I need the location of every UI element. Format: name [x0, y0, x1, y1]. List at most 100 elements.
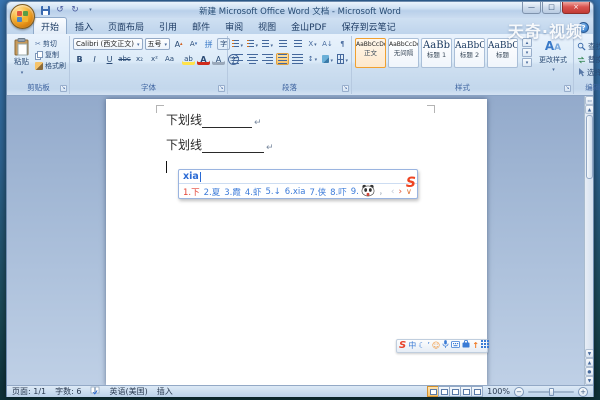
align-left-button[interactable]	[231, 53, 244, 65]
ime-page-next-icon[interactable]: ›	[398, 187, 402, 197]
character-shading-button[interactable]: A	[212, 53, 225, 65]
phonetic-guide-button[interactable]: 拼	[202, 38, 215, 50]
sogou-bar-logo-icon[interactable]: S	[399, 340, 406, 352]
ime-page-prev-icon[interactable]: ‹	[391, 187, 395, 197]
ime-candidate-9[interactable]: 9.	[351, 187, 359, 197]
font-color-button[interactable]: A	[197, 53, 210, 65]
zoom-level[interactable]: 100%	[487, 387, 510, 396]
subscript-button[interactable]: x₂	[133, 53, 146, 65]
panda-emoji-icon[interactable]	[361, 184, 375, 200]
zoom-slider[interactable]	[528, 391, 574, 393]
tab-insert[interactable]: 插入	[68, 18, 100, 34]
next-page-button[interactable]: ▼	[585, 376, 593, 385]
ruler-toggle-button[interactable]: ▭	[585, 96, 593, 105]
scrollbar-thumb[interactable]	[586, 115, 593, 179]
select-button[interactable]: 选择	[577, 67, 600, 78]
tab-kingsoft-pdf[interactable]: 金山PDF	[284, 18, 334, 34]
punctuation-icon[interactable]: ’	[427, 340, 430, 352]
document-line-1[interactable]: 下划线↵	[166, 111, 262, 128]
voice-input-icon[interactable]	[442, 339, 449, 353]
tab-mailings[interactable]: 邮件	[185, 18, 217, 34]
toolbox-icon[interactable]	[462, 340, 470, 352]
zoom-in-button[interactable]: +	[578, 387, 588, 397]
borders-button[interactable]	[336, 53, 349, 65]
tab-save-to-cloud[interactable]: 保存到云笔记	[335, 18, 403, 34]
styles-more-button[interactable]: ▾	[522, 58, 532, 67]
shading-button[interactable]	[321, 53, 334, 65]
ime-candidate-2[interactable]: 2.夏	[204, 186, 221, 198]
insert-mode-indicator[interactable]: 插入	[157, 386, 173, 397]
font-name-combobox[interactable]: Calibri (西文正文)	[73, 38, 143, 50]
paste-button[interactable]: 粘贴	[11, 38, 32, 76]
scroll-up-button[interactable]: ▲	[585, 105, 593, 114]
tab-page-layout[interactable]: 页面布局	[101, 18, 151, 34]
ime-candidate-8[interactable]: 8.吓	[330, 186, 347, 198]
zoom-slider-thumb[interactable]	[549, 388, 554, 396]
underline-button[interactable]: U	[103, 53, 116, 65]
page-indicator[interactable]: 页面: 1/1	[12, 386, 46, 397]
decrease-indent-button[interactable]	[276, 38, 289, 50]
paragraph-dialog-launcher[interactable]	[342, 85, 349, 92]
spellcheck-status[interactable]	[90, 386, 100, 397]
clipboard-dialog-launcher[interactable]	[60, 85, 67, 92]
superscript-button[interactable]: x²	[148, 53, 161, 65]
styles-scroll-up-button[interactable]: ▴	[522, 38, 532, 47]
italic-button[interactable]: I	[88, 53, 101, 65]
style-normal[interactable]: AaBbCcDd 正文	[355, 38, 386, 68]
replace-button[interactable]: 替换	[577, 54, 600, 65]
styles-dialog-launcher[interactable]	[564, 85, 571, 92]
ime-candidate-4[interactable]: 4.虾	[245, 186, 262, 198]
previous-page-button[interactable]: ▲	[585, 358, 593, 367]
fullhalf-moon-icon[interactable]: ☾	[418, 340, 425, 352]
tab-references[interactable]: 引用	[152, 18, 184, 34]
menu-grid-icon[interactable]	[481, 340, 489, 352]
ime-candidate-7[interactable]: 7.侠	[309, 186, 326, 198]
style-title[interactable]: AaBbC 标题	[487, 38, 518, 68]
bullets-button[interactable]	[231, 38, 244, 50]
font-dialog-launcher[interactable]	[218, 85, 225, 92]
tab-home[interactable]: 开始	[33, 17, 67, 34]
highlight-color-button[interactable]: ab	[182, 53, 195, 65]
style-heading1[interactable]: AaBb 标题 1	[421, 38, 452, 68]
tab-view[interactable]: 视图	[251, 18, 283, 34]
draft-view-button[interactable]	[471, 386, 483, 397]
vertical-scrollbar[interactable]: ▭ ▲ ▼ ▲ ● ▼	[584, 96, 593, 386]
style-no-spacing[interactable]: AaBbCcDd 无间隔	[388, 38, 419, 68]
select-browse-object-button[interactable]: ●	[585, 367, 593, 376]
language-indicator[interactable]: 英语(美国)	[109, 386, 147, 397]
ime-candidate-5[interactable]: 5.↓	[266, 187, 281, 197]
shrink-font-button[interactable]: A▾	[187, 38, 200, 50]
ime-candidate-6[interactable]: 6.xia	[285, 187, 306, 197]
asian-layout-button[interactable]: X	[306, 38, 319, 50]
ime-composition[interactable]: xia	[179, 170, 417, 184]
change-styles-button[interactable]: AA 更改样式	[536, 38, 570, 73]
distribute-button[interactable]	[291, 53, 304, 65]
ime-candidate-1[interactable]: 1.下	[183, 186, 200, 198]
justify-button[interactable]	[276, 53, 289, 65]
emoji-icon[interactable]: ☺	[432, 340, 440, 352]
numbering-button[interactable]	[246, 38, 259, 50]
multilevel-list-button[interactable]	[261, 38, 274, 50]
strikethrough-button[interactable]: abc	[118, 53, 131, 65]
office-button[interactable]	[10, 4, 35, 29]
ime-candidate-3[interactable]: 3.霞	[224, 186, 241, 198]
title-bar[interactable]: ↺ ↻ 新建 Microsoft Office Word 文档 - Micros…	[7, 2, 593, 18]
align-center-button[interactable]	[246, 53, 259, 65]
document-line-2[interactable]: 下划线↵	[166, 136, 274, 153]
close-button[interactable]: ×	[562, 2, 590, 14]
word-count[interactable]: 字数: 6	[55, 386, 81, 397]
font-size-combobox[interactable]: 五号	[145, 38, 171, 50]
soft-keyboard-icon[interactable]	[451, 340, 460, 352]
tab-review[interactable]: 审阅	[218, 18, 250, 34]
align-right-button[interactable]	[261, 53, 274, 65]
chinese-mode-icon[interactable]: 中	[408, 340, 416, 352]
minimize-button[interactable]: —	[522, 2, 541, 14]
format-painter-button[interactable]: 格式刷	[35, 61, 66, 71]
cut-button[interactable]: ✂ 剪切	[35, 39, 66, 49]
line-spacing-button[interactable]: ↕	[306, 53, 319, 65]
grow-font-button[interactable]: A▴	[172, 38, 185, 50]
find-button[interactable]: 查找	[577, 41, 600, 52]
styles-scroll-down-button[interactable]: ▾	[522, 48, 532, 57]
style-heading2[interactable]: AaBbC 标题 2	[454, 38, 485, 68]
show-marks-button[interactable]: ¶	[336, 38, 349, 50]
